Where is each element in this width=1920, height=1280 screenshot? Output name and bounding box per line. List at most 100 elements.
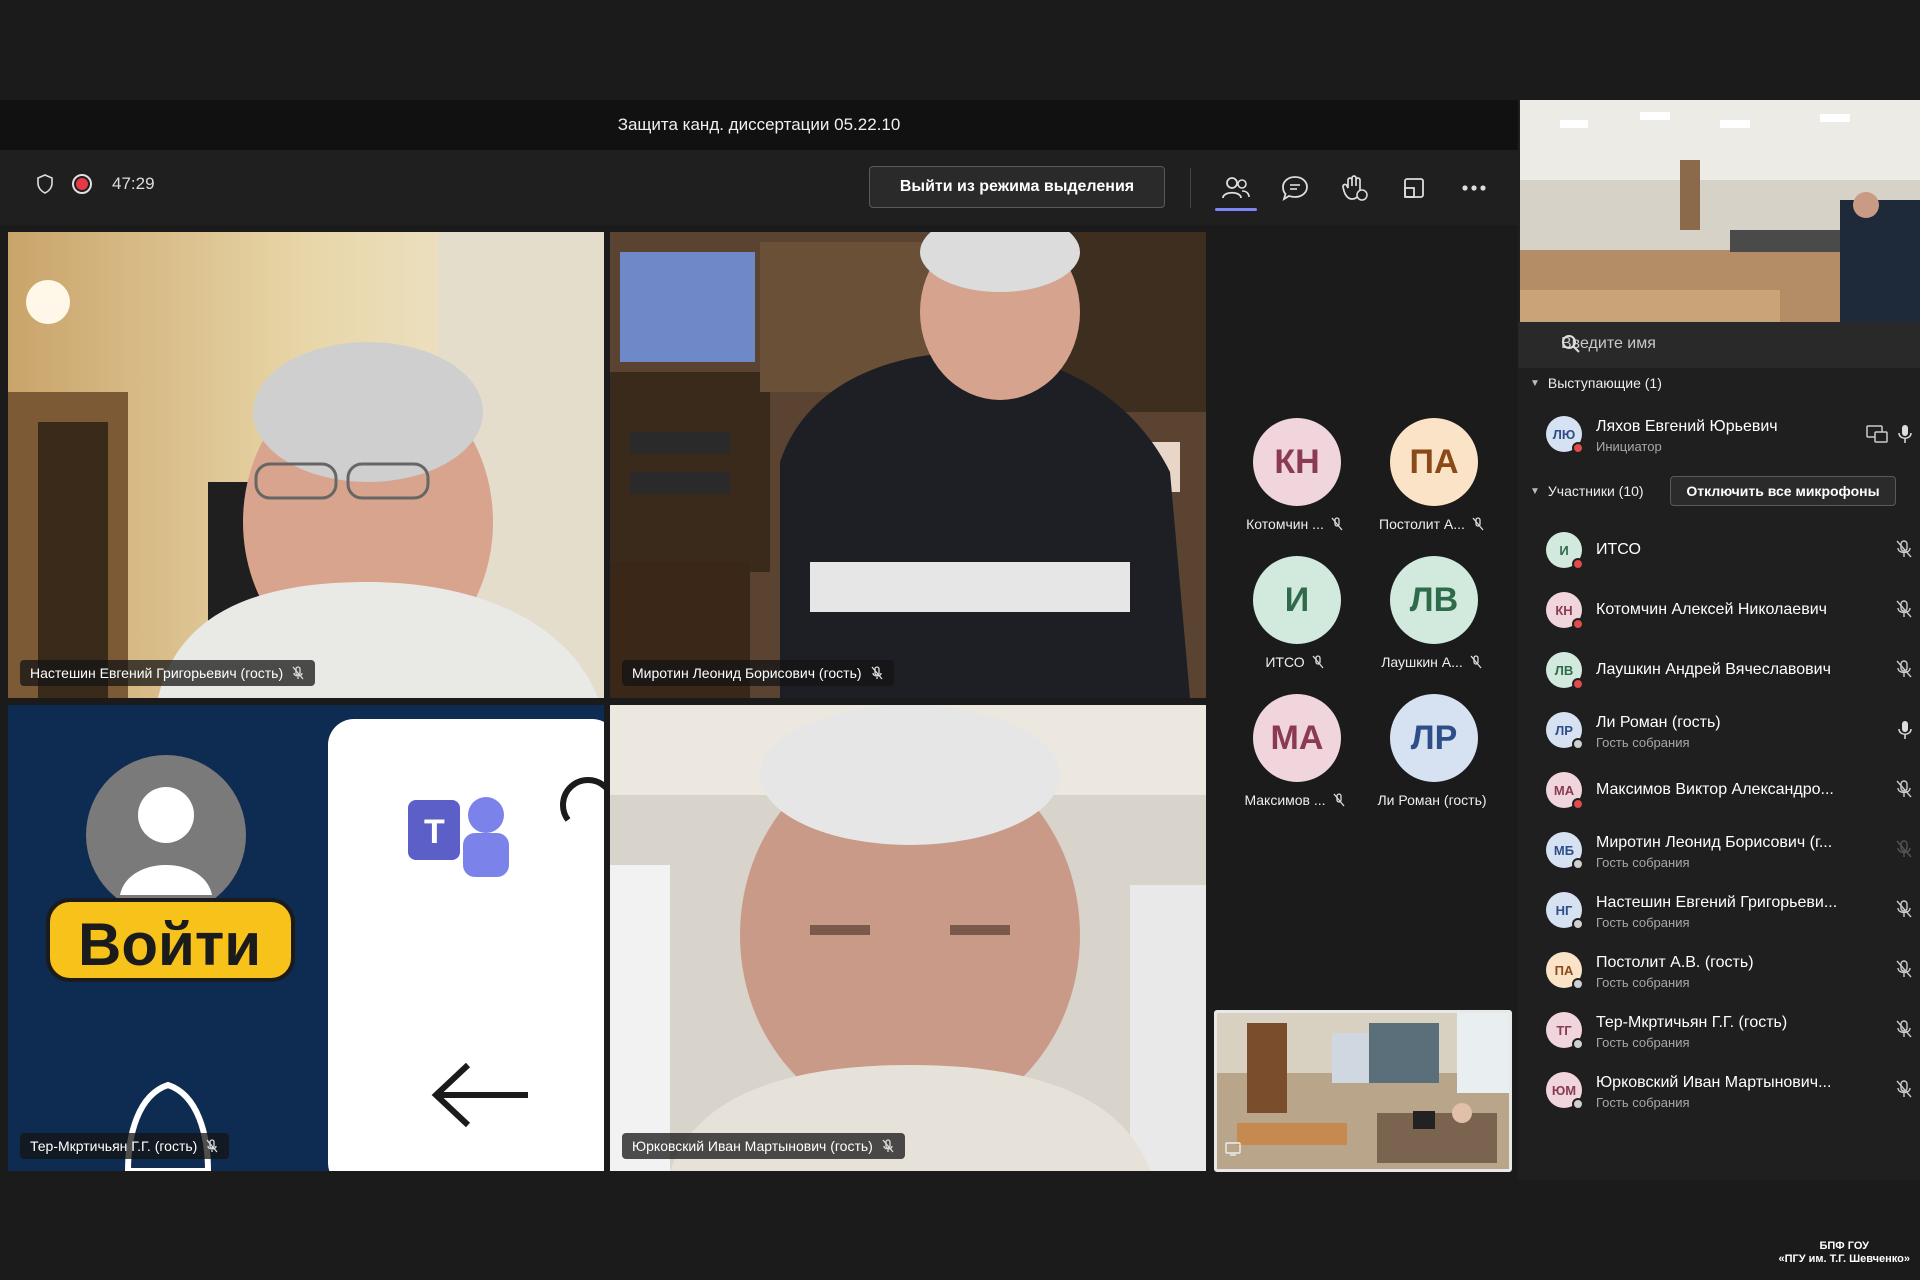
mic-off-icon <box>1471 517 1485 531</box>
video-tile[interactable]: Настешин Евгений Григорьевич (гость) <box>8 232 604 698</box>
room-camera-tile[interactable] <box>1214 1010 1512 1172</box>
mic-off-icon[interactable] <box>1896 900 1912 923</box>
room-camera-video <box>1217 1013 1509 1169</box>
avatar-initials: ЛЮ <box>1552 426 1576 442</box>
participant-nameplate: Настешин Евгений Григорьевич (гость) <box>20 660 316 686</box>
participant-avatar-tile[interactable]: КН Котомчин ... <box>1225 418 1365 553</box>
status-dot <box>1572 678 1584 690</box>
avatar-label: Максимов ... <box>1225 792 1365 808</box>
participant-row[interactable]: ЛВ Лаушкин Андрей Вячеславович <box>1546 646 1916 696</box>
avatar-initials: ЛР <box>1555 722 1573 738</box>
avatar-label: Ли Роман (гость) <box>1362 792 1502 808</box>
mic-off-icon[interactable] <box>1896 840 1912 863</box>
participant-name: Настешин Евгений Григорьевич (гость) <box>30 665 284 681</box>
participant-name: Настешин Евгений Григорьеви... <box>1596 894 1838 911</box>
mic-off-icon[interactable] <box>1896 540 1912 563</box>
participant-row[interactable]: И ИТСО <box>1546 526 1916 576</box>
mic-off-icon[interactable] <box>1896 960 1912 983</box>
status-dot <box>1572 1038 1584 1050</box>
participant-row[interactable]: НГ Настешин Евгений Григорьеви... Гость со… <box>1546 886 1916 936</box>
search-icon[interactable] <box>1561 334 1894 359</box>
people-icon[interactable] <box>1218 170 1254 206</box>
participant-row[interactable]: МБ Миротин Леонид Борисович (г... Гость со… <box>1546 826 1916 876</box>
screen-share-tile[interactable]: T Войти Тер-Мкртичьян Г.Г. (гость) <box>8 705 604 1171</box>
mic-off-icon <box>882 1139 894 1153</box>
participant-row[interactable]: МА Максимов Виктор Александро... <box>1546 766 1916 816</box>
participant-row[interactable]: КН Котомчин Алексей Николаевич <box>1546 586 1916 636</box>
avatar: КН <box>1253 418 1341 506</box>
avatar: ЛЮ <box>1546 416 1584 454</box>
shield-icon[interactable] <box>36 174 54 194</box>
participant-avatar-tile[interactable]: ЛР Ли Роман (гость) <box>1362 694 1502 829</box>
avatar-initials: КН <box>1555 602 1573 618</box>
participant-row[interactable]: ТГ Тер-Мкртичьян Г.Г. (гость) Гость собран… <box>1546 1006 1916 1056</box>
mic-off-icon[interactable] <box>1896 1080 1912 1103</box>
avatar-initials: ПА <box>1554 962 1574 978</box>
participant-subtitle: Гость собрания <box>1596 975 1690 990</box>
mic-off-icon[interactable] <box>1896 660 1912 683</box>
watermark-line1: БПФ ГОУ <box>1819 1240 1869 1252</box>
avatar-label: ИТСО <box>1225 654 1365 670</box>
mic-off-icon <box>871 666 883 680</box>
participant-subtitle: Гость собрания <box>1596 1035 1690 1050</box>
presenter-name: Ляхов Евгений Юрьевич <box>1596 418 1778 435</box>
avatar: МА <box>1546 772 1584 810</box>
people-tab-indicator <box>1215 208 1257 211</box>
status-dot <box>1572 558 1584 570</box>
more-options-icon[interactable] <box>1456 170 1492 206</box>
participant-avatar-tile[interactable]: ПА Постолит А... <box>1362 418 1502 553</box>
presenter-role: Инициатор <box>1596 439 1662 454</box>
avatar-name: Лаушкин А... <box>1381 654 1463 670</box>
status-dot <box>1572 798 1584 810</box>
participant-avatar-tile[interactable]: МА Максимов ... <box>1225 694 1365 829</box>
participant-row[interactable]: ЛР Ли Роман (гость) Гость собрания <box>1546 706 1916 756</box>
video-tile[interactable]: Миротин Леонид Борисович (гость) <box>610 232 1206 698</box>
participant-name: Ли Роман (гость) <box>1596 714 1721 731</box>
participant-nameplate: Миротин Леонид Борисович (гость) <box>622 660 894 686</box>
meeting-title: Защита канд. диссертации 05.22.10 <box>617 115 901 134</box>
participant-nameplate: Тер-Мкртичьян Г.Г. (гость) <box>20 1133 230 1159</box>
avatar-initials: И <box>1559 542 1569 558</box>
status-dot <box>1572 442 1584 454</box>
avatar: ЛР <box>1546 712 1584 750</box>
layout-icon[interactable] <box>1396 170 1432 206</box>
mic-off-icon <box>1311 655 1325 669</box>
participant-nameplate: Юрковский Иван Мартынович (гость) <box>622 1133 905 1159</box>
avatar: ПА <box>1546 952 1584 990</box>
login-button-text: Войти <box>78 911 262 978</box>
exit-spotlight-button[interactable]: Выйти из режима выделения <box>869 166 1165 208</box>
mic-off-icon[interactable] <box>1896 780 1912 803</box>
participant-subtitle: Гость собрания <box>1596 735 1690 750</box>
participants-section-header[interactable]: ▼ Участники (10) <box>1530 483 1644 499</box>
raise-hand-icon[interactable] <box>1337 170 1373 206</box>
participant-subtitle: Гость собрания <box>1596 855 1690 870</box>
participant-search[interactable]: Введите имя <box>1518 322 1920 368</box>
avatar: МА <box>1253 694 1341 782</box>
mic-off-icon[interactable] <box>1896 600 1912 623</box>
mic-on-icon[interactable] <box>1898 720 1912 745</box>
pinned-room-video[interactable] <box>1520 100 1920 324</box>
mic-on-icon[interactable] <box>1898 424 1912 449</box>
participant-name: Постолит А.В. (гость) <box>1596 954 1754 971</box>
mute-all-button[interactable]: Отключить все микрофоны <box>1670 476 1896 506</box>
watermark: БПФ ГОУ «ПГУ им. Т.Г. Шевченко» <box>1778 1240 1910 1266</box>
presenters-section-header[interactable]: ▼ Выступающие (1) <box>1530 375 1662 391</box>
participant-row[interactable]: ПА Постолит А.В. (гость) Гость собрания <box>1546 946 1916 996</box>
avatar: КН <box>1546 592 1584 630</box>
participant-avatar-tile[interactable]: ЛВ Лаушкин А... <box>1362 556 1502 691</box>
presenter-row[interactable]: ЛЮ Ляхов Евгений Юрьевич Инициатор <box>1546 410 1916 460</box>
avatar-initials: ТГ <box>1556 1022 1572 1038</box>
chat-icon[interactable] <box>1277 170 1313 206</box>
participant-avatar-tile[interactable]: И ИТСО <box>1225 556 1365 691</box>
participant-row[interactable]: ЮМ Юрковский Иван Мартынович... Гость собр… <box>1546 1066 1916 1116</box>
avatar: ЮМ <box>1546 1072 1584 1110</box>
status-dot <box>1572 918 1584 930</box>
avatar: НГ <box>1546 892 1584 930</box>
video-tile[interactable]: Юрковский Иван Мартынович (гость) <box>610 705 1206 1171</box>
avatar-initials: МА <box>1553 782 1575 798</box>
mic-off-icon[interactable] <box>1896 1020 1912 1043</box>
svg-text:T: T <box>424 813 445 851</box>
avatar-initials: НГ <box>1555 902 1573 918</box>
mic-off-icon <box>1330 517 1344 531</box>
mic-off-icon <box>206 1139 218 1153</box>
